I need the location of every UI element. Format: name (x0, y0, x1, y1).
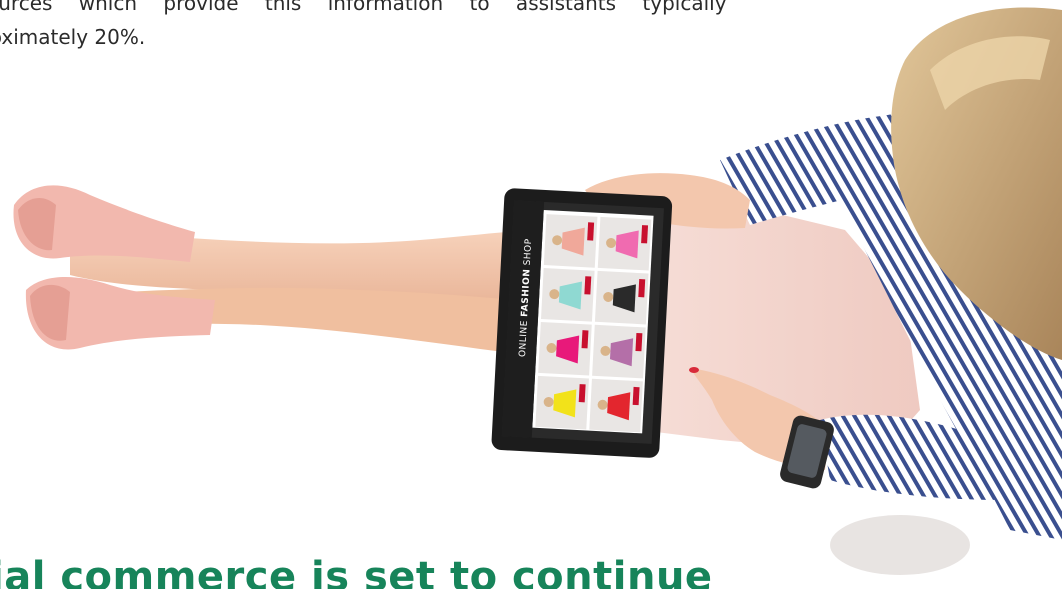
product-thumbnail[interactable] (592, 324, 646, 379)
product-thumbnail[interactable] (597, 216, 652, 271)
nail (689, 367, 699, 373)
section-headline: ial commerce is set to continue (0, 554, 713, 589)
shop-title: ONLINE (518, 317, 530, 358)
tablet: ONLINE FASHION SHOP (491, 188, 673, 458)
product-thumbnail[interactable] (541, 268, 595, 322)
product-thumbnail[interactable] (543, 214, 598, 268)
article-page: ources which provide this information to… (0, 0, 1062, 589)
floor-shadow (830, 515, 970, 575)
product-thumbnail[interactable] (594, 270, 649, 325)
woman-with-tablet-illustration: ONLINE FASHION SHOP (13, 7, 1062, 575)
product-thumbnail[interactable] (535, 375, 589, 430)
product-thumbnail[interactable] (538, 321, 592, 376)
shop-title: SHOP (523, 238, 535, 269)
product-thumbnail[interactable] (589, 378, 643, 433)
